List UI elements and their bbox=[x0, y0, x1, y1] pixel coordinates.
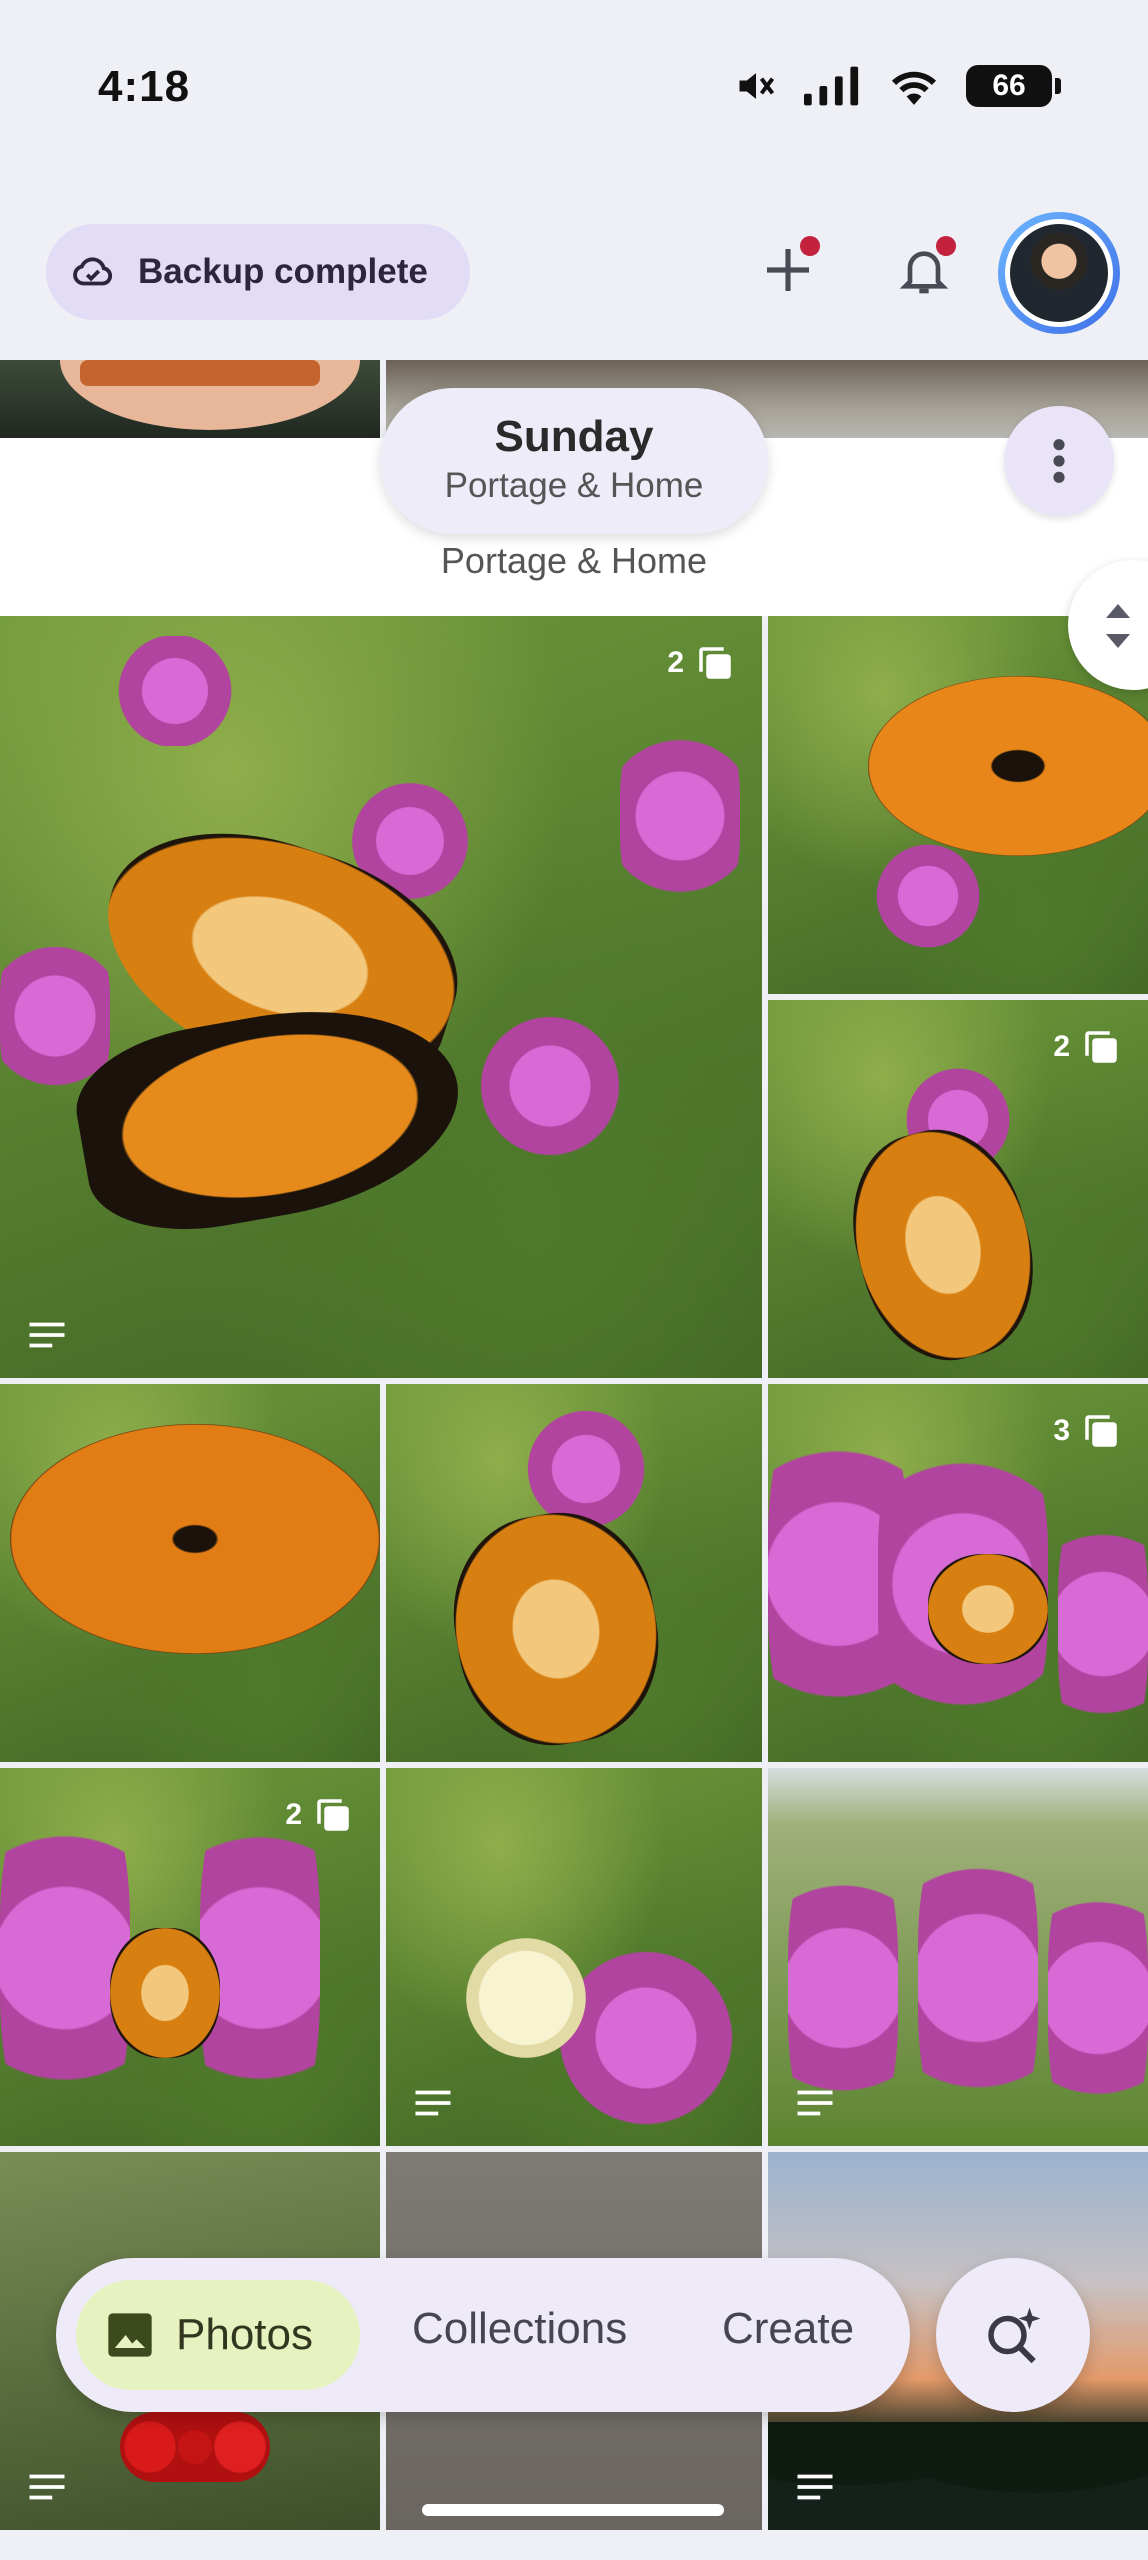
photo-tile-7[interactable]: 2 bbox=[0, 1768, 380, 2146]
signal-icon bbox=[804, 66, 859, 106]
backup-label: Backup complete bbox=[138, 252, 428, 291]
stack-badge: 2 bbox=[1053, 1026, 1122, 1068]
stack-badge: 3 bbox=[1053, 1410, 1122, 1452]
cloud-done-icon bbox=[73, 257, 113, 286]
butterfly-shape bbox=[10, 1424, 380, 1654]
caption-icon bbox=[29, 2474, 65, 2500]
berries-shape bbox=[120, 2412, 270, 2482]
scroll-arrows-icon bbox=[1106, 604, 1130, 648]
flower-shape bbox=[868, 836, 988, 956]
stack-count: 2 bbox=[667, 646, 684, 679]
account-avatar[interactable] bbox=[998, 212, 1120, 334]
search-sparkle-icon bbox=[988, 2307, 1041, 2364]
search-button[interactable] bbox=[936, 2258, 1090, 2412]
butterfly-shape bbox=[868, 676, 1148, 856]
nav-collections-tab[interactable]: Collections bbox=[412, 2304, 627, 2354]
stack-icon bbox=[1085, 1031, 1117, 1063]
stack-badge: 2 bbox=[285, 1794, 354, 1836]
flower-shape bbox=[100, 636, 250, 746]
backup-status-chip[interactable]: Backup complete bbox=[46, 224, 470, 320]
battery-icon: 66 bbox=[966, 65, 1061, 107]
wifi-icon bbox=[891, 71, 937, 105]
add-badge-dot bbox=[800, 236, 820, 256]
photos-app: 4:18 66 Backup complete Portage & Home S… bbox=[0, 0, 1148, 2560]
date-subtitle: Portage & Home bbox=[444, 466, 704, 505]
pizza-shape bbox=[80, 360, 320, 386]
flower-shape bbox=[1058, 1484, 1148, 1762]
bottom-navigation: Photos Collections Create bbox=[56, 2258, 910, 2412]
stack-count: 2 bbox=[285, 1798, 302, 1831]
stack-icon bbox=[1085, 1415, 1117, 1447]
photo-tile-9[interactable] bbox=[768, 1768, 1148, 2146]
section-location: Portage & Home bbox=[440, 540, 708, 581]
butterfly-shape bbox=[110, 1928, 220, 2058]
flower-shape bbox=[0, 1768, 130, 2146]
stack-icon bbox=[699, 647, 731, 679]
photo-tile-4[interactable] bbox=[0, 1384, 380, 1762]
photo-tile-1[interactable]: 2 bbox=[0, 616, 762, 1378]
photo-tile-8[interactable] bbox=[386, 1768, 762, 2146]
flower-shape bbox=[620, 706, 740, 926]
stack-badge: 2 bbox=[667, 642, 736, 684]
avatar bbox=[1005, 219, 1113, 327]
stack-count: 3 bbox=[1053, 1414, 1070, 1447]
home-indicator[interactable] bbox=[422, 2504, 724, 2516]
status-icons: 66 bbox=[734, 64, 1061, 108]
photo-tile-food[interactable] bbox=[0, 360, 380, 438]
notification-badge-dot bbox=[936, 236, 956, 256]
nav-create-tab[interactable]: Create bbox=[722, 2304, 854, 2354]
add-button[interactable] bbox=[740, 222, 836, 318]
notifications-button[interactable] bbox=[876, 222, 972, 318]
date-pill: Sunday Portage & Home bbox=[380, 388, 768, 534]
photo-tile-3[interactable]: 2 bbox=[768, 1000, 1148, 1378]
date-title: Sunday bbox=[494, 412, 654, 461]
white-butterfly-shape bbox=[466, 1938, 586, 2058]
flower-shape bbox=[918, 1808, 1038, 2146]
photos-icon bbox=[108, 2313, 152, 2357]
more-options-button[interactable] bbox=[1004, 406, 1114, 516]
flower-shape bbox=[480, 996, 620, 1176]
photo-tile-5[interactable] bbox=[386, 1384, 762, 1762]
nav-photos-label: Photos bbox=[176, 2310, 313, 2359]
more-vert-icon bbox=[1053, 439, 1065, 483]
mute-icon bbox=[739, 73, 775, 99]
butterfly-shape bbox=[831, 1111, 1055, 1378]
flower-shape bbox=[556, 1928, 736, 2146]
caption-icon bbox=[415, 2090, 451, 2116]
caption-icon bbox=[797, 2474, 833, 2500]
caption-icon bbox=[797, 2090, 833, 2116]
photo-tile-6[interactable]: 3 bbox=[768, 1384, 1148, 1762]
stack-icon bbox=[317, 1799, 349, 1831]
status-time: 4:18 bbox=[98, 62, 191, 111]
caption-icon bbox=[29, 1322, 65, 1348]
nav-photos-tab[interactable]: Photos bbox=[76, 2280, 360, 2390]
flower-shape bbox=[1048, 1848, 1148, 2146]
butterfly-shape bbox=[437, 1498, 675, 1760]
stack-count: 2 bbox=[1053, 1030, 1070, 1063]
butterfly-shape bbox=[928, 1554, 1048, 1664]
